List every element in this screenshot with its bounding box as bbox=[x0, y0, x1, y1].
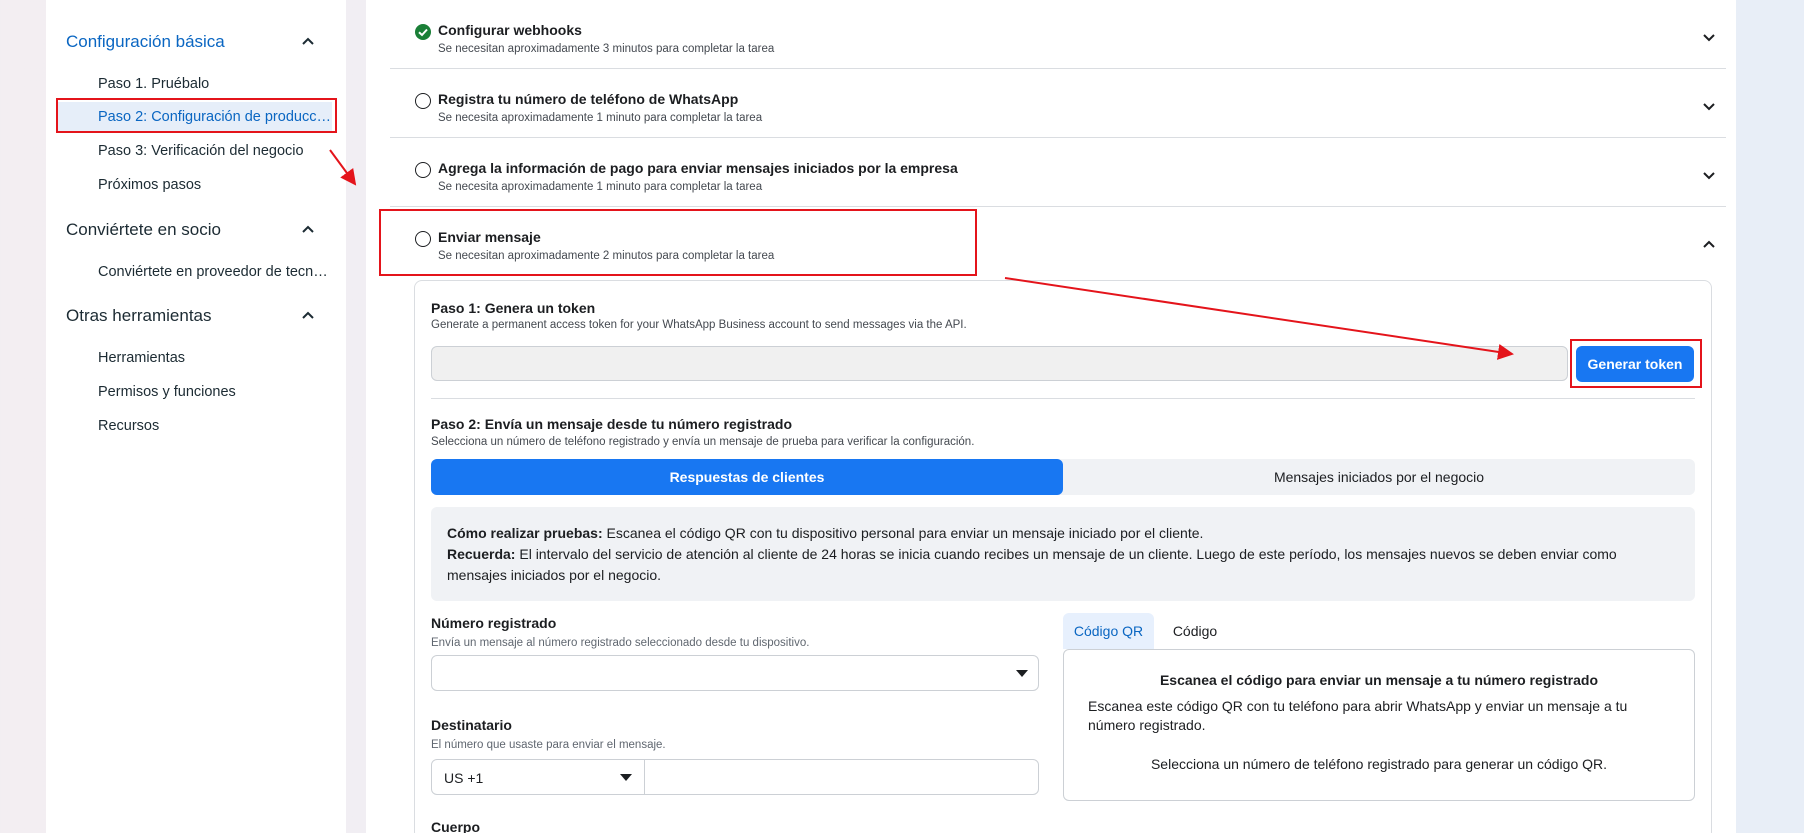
tab-business-initiated[interactable]: Mensajes iniciados por el negocio bbox=[1063, 459, 1695, 495]
recipient-phone-input[interactable] bbox=[644, 759, 1039, 795]
qr-code-box: Escanea el código para enviar un mensaje… bbox=[1063, 649, 1695, 801]
chevron-down-icon[interactable] bbox=[1702, 99, 1716, 113]
info-remember-text: El intervalo del servicio de atención al… bbox=[447, 546, 1617, 583]
sidebar-section-label: Configuración básica bbox=[66, 32, 225, 51]
qr-description: Escanea este código QR con tu teléfono p… bbox=[1088, 698, 1628, 733]
chevron-down-icon[interactable] bbox=[1702, 168, 1716, 182]
sidebar: Configuración básica Paso 1. Pruébalo Pa… bbox=[46, 0, 346, 833]
radio-circle-icon bbox=[415, 162, 431, 178]
sidebar-section-basic-config[interactable]: Configuración básica bbox=[66, 27, 326, 57]
task-subtitle: Se necesitan aproximadamente 2 minutos p… bbox=[438, 250, 775, 262]
sidebar-item-label: Próximos pasos bbox=[98, 177, 202, 193]
task-subtitle: Se necesita aproximadamente 1 minuto par… bbox=[438, 181, 763, 193]
sidebar-item-tech-provider[interactable]: Conviértete en proveedor de tecnología bbox=[98, 257, 332, 287]
chevron-down-icon[interactable] bbox=[1702, 30, 1716, 44]
country-code-value: US +1 bbox=[444, 770, 484, 786]
task-payment-info[interactable]: Agrega la información de pago para envia… bbox=[390, 138, 1726, 207]
sidebar-item-label: Permisos y funciones bbox=[98, 384, 236, 400]
task-subtitle: Se necesitan aproximadamente 3 minutos p… bbox=[438, 43, 775, 55]
registered-number-help: Envía un mensaje al número registrado se… bbox=[431, 637, 810, 649]
qr-hint: Selecciona un número de teléfono registr… bbox=[1150, 756, 1608, 772]
info-test-label: Cómo realizar pruebas: bbox=[447, 525, 603, 541]
recipient-help: El número que usaste para enviar el mens… bbox=[431, 739, 666, 751]
step2-title: Paso 2: Envía un mensaje desde tu número… bbox=[431, 416, 792, 432]
registered-number-select[interactable] bbox=[431, 655, 1039, 691]
task-title: Agrega la información de pago para envia… bbox=[438, 160, 958, 176]
message-type-toggle: Respuestas de clientes Mensajes iniciado… bbox=[431, 459, 1695, 495]
radio-circle-icon bbox=[415, 93, 431, 109]
sidebar-item-next-steps[interactable]: Próximos pasos bbox=[98, 170, 332, 200]
send-message-panel: Paso 1: Genera un token Generate a perma… bbox=[414, 280, 1712, 833]
sidebar-section-label: Otras herramientas bbox=[66, 306, 212, 325]
step2-description: Selecciona un número de teléfono registr… bbox=[431, 436, 975, 448]
sidebar-section-label: Conviértete en socio bbox=[66, 220, 221, 239]
sidebar-item-step2[interactable]: Paso 2: Configuración de producción bbox=[56, 102, 332, 132]
sidebar-item-permissions[interactable]: Permisos y funciones bbox=[98, 377, 332, 407]
recipient-label: Destinatario bbox=[431, 717, 512, 733]
caret-down-icon bbox=[620, 774, 632, 781]
task-subtitle: Se necesita aproximadamente 1 minuto par… bbox=[438, 112, 763, 124]
task-webhooks[interactable]: Configurar webhooks Se necesitan aproxim… bbox=[390, 0, 1726, 69]
generate-token-button[interactable]: Generar token bbox=[1576, 346, 1694, 382]
task-title: Enviar mensaje bbox=[438, 229, 541, 245]
task-title: Configurar webhooks bbox=[438, 22, 582, 38]
divider bbox=[431, 398, 1695, 399]
task-send-message[interactable]: Enviar mensaje Se necesitan aproximadame… bbox=[390, 207, 1726, 276]
chevron-up-icon bbox=[302, 311, 314, 319]
sidebar-item-label: Conviértete en proveedor de tecnología bbox=[98, 264, 332, 280]
check-circle-icon bbox=[415, 24, 431, 40]
tab-qr-code[interactable]: Código QR bbox=[1063, 613, 1154, 649]
sidebar-item-tools[interactable]: Herramientas bbox=[98, 343, 332, 373]
info-test-text: Escanea el código QR con tu dispositivo … bbox=[602, 525, 1204, 541]
info-box: Cómo realizar pruebas: Escanea el código… bbox=[431, 507, 1695, 601]
info-remember: Recuerda: El intervalo del servicio de a… bbox=[447, 544, 1679, 586]
sidebar-item-resources[interactable]: Recursos bbox=[98, 411, 332, 441]
info-remember-label: Recuerda: bbox=[447, 546, 516, 562]
sidebar-item-label: Herramientas bbox=[98, 350, 186, 366]
sidebar-item-step1[interactable]: Paso 1. Pruébalo bbox=[98, 69, 332, 99]
chevron-up-icon[interactable] bbox=[1702, 237, 1716, 251]
radio-circle-icon bbox=[415, 231, 431, 247]
tab-code[interactable]: Código bbox=[1165, 613, 1225, 649]
step1-title: Paso 1: Genera un token bbox=[431, 300, 596, 316]
token-field[interactable] bbox=[431, 346, 1568, 381]
caret-down-icon bbox=[1016, 670, 1028, 677]
sidebar-section-other-tools[interactable]: Otras herramientas bbox=[66, 301, 326, 331]
sidebar-section-partner[interactable]: Conviértete en socio bbox=[66, 215, 326, 245]
tab-customer-replies[interactable]: Respuestas de clientes bbox=[431, 459, 1063, 495]
sidebar-item-label: Paso 1. Pruébalo bbox=[98, 76, 210, 92]
country-code-select[interactable]: US +1 bbox=[431, 759, 645, 795]
task-register-number[interactable]: Registra tu número de teléfono de WhatsA… bbox=[390, 69, 1726, 138]
sidebar-item-step3[interactable]: Paso 3: Verificación del negocio bbox=[98, 136, 332, 166]
qr-title: Escanea el código para enviar un mensaje… bbox=[1159, 672, 1599, 688]
info-test: Cómo realizar pruebas: Escanea el código… bbox=[447, 523, 1679, 544]
body-label: Cuerpo bbox=[431, 819, 480, 833]
chevron-up-icon bbox=[302, 225, 314, 233]
sidebar-item-label: Recursos bbox=[98, 418, 160, 434]
chevron-up-icon bbox=[302, 37, 314, 45]
sidebar-item-label: Paso 3: Verificación del negocio bbox=[98, 143, 304, 159]
registered-number-label: Número registrado bbox=[431, 615, 557, 631]
sidebar-item-label: Paso 2: Configuración de producción bbox=[98, 109, 332, 125]
step1-description: Generate a permanent access token for yo… bbox=[431, 319, 967, 331]
task-title: Registra tu número de teléfono de WhatsA… bbox=[438, 91, 739, 107]
